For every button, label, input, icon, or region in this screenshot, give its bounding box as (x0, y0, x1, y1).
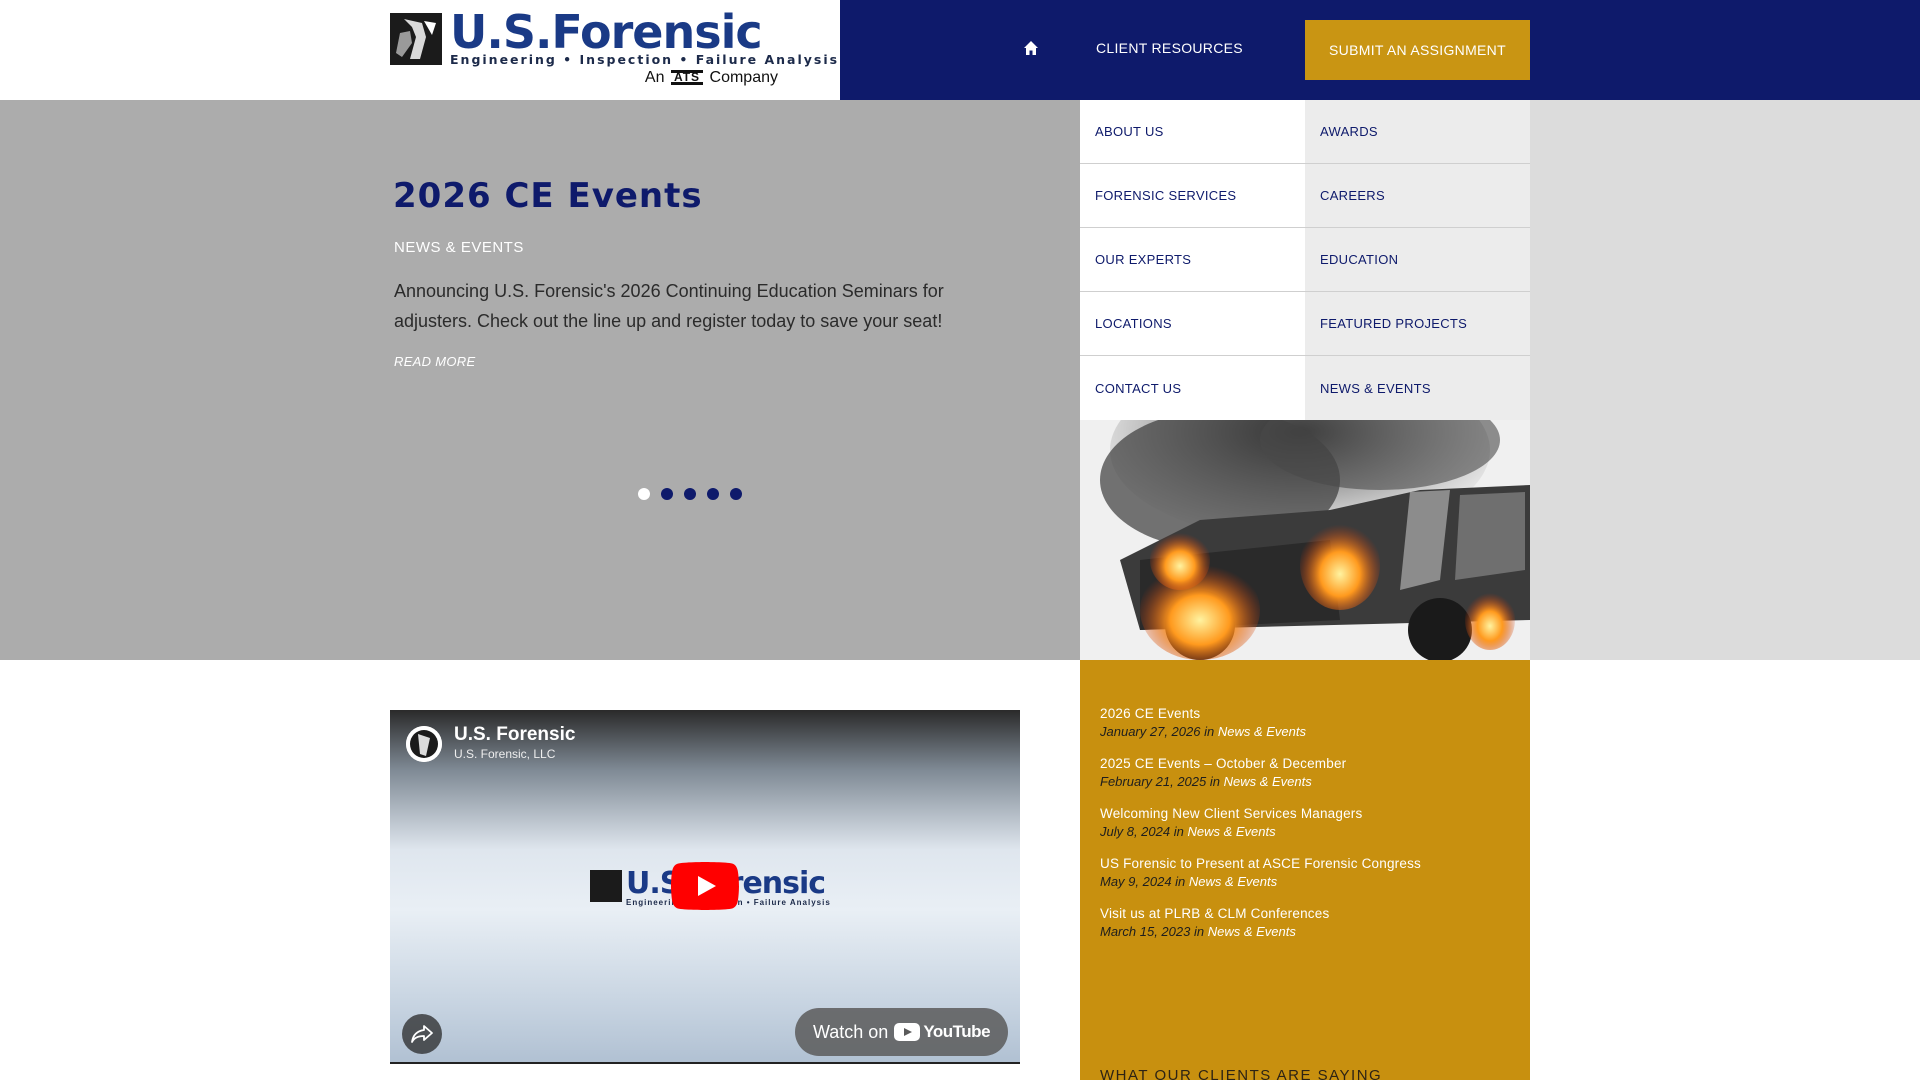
hero-title[interactable]: 2026 CE Events (393, 176, 703, 216)
logo-area: U.S.Forensic Engineering • Inspection • … (0, 0, 840, 100)
site-logo[interactable]: U.S.Forensic Engineering • Inspection • … (390, 6, 837, 90)
slider-dot-5[interactable] (730, 488, 742, 500)
logo-sub-prefix: An (644, 69, 665, 86)
news-in: in (1193, 924, 1205, 939)
home-icon[interactable] (1023, 40, 1039, 56)
main-menu-grid: ABOUT US AWARDS FORENSIC SERVICES CAREER… (1080, 100, 1530, 420)
nav-client-resources[interactable]: CLIENT RESOURCES (1096, 40, 1243, 56)
video-bottom-border (390, 1062, 1020, 1064)
menu-featured-projects[interactable]: FEATURED PROJECTS (1305, 292, 1530, 356)
slider-dot-2[interactable] (661, 488, 673, 500)
news-item: US Forensic to Present at ASCE Forensic … (1100, 856, 1520, 889)
news-item: 2026 CE Events January 27, 2026 in News … (1100, 706, 1520, 739)
logo-parent-company: An ATS Company (645, 69, 778, 87)
news-date: July 8, 2024 (1100, 824, 1171, 839)
menu-education[interactable]: EDUCATION (1305, 228, 1530, 292)
news-category-link[interactable]: News & Events (1187, 824, 1275, 839)
news-item: Welcoming New Client Services Managers J… (1100, 806, 1520, 839)
news-title[interactable]: 2026 CE Events (1100, 706, 1520, 721)
slider-dots (638, 488, 742, 500)
news-title[interactable]: 2025 CE Events – October & December (1100, 756, 1520, 771)
hero-category: NEWS & EVENTS (394, 239, 524, 256)
channel-subtitle: U.S. Forensic, LLC (454, 747, 556, 761)
news-meta: February 21, 2025 in News & Events (1100, 774, 1520, 789)
share-icon[interactable] (402, 1014, 442, 1054)
channel-name[interactable]: U.S. Forensic (454, 724, 575, 746)
video-logo-emblem-icon (590, 870, 622, 902)
recent-news-panel: 2026 CE Events January 27, 2026 in News … (1080, 660, 1530, 1084)
menu-contact-us[interactable]: CONTACT US (1080, 356, 1305, 420)
news-category-link[interactable]: News & Events (1208, 924, 1296, 939)
menu-about-us[interactable]: ABOUT US (1080, 100, 1305, 164)
hero-right-background (1530, 100, 1920, 660)
hero-slider: 2026 CE Events NEWS & EVENTS Announcing … (0, 100, 1080, 660)
slider-dot-1[interactable] (638, 488, 650, 500)
logo-emblem-icon (390, 13, 442, 65)
news-list: 2026 CE Events January 27, 2026 in News … (1100, 706, 1520, 956)
menu-our-experts[interactable]: OUR EXPERTS (1080, 228, 1305, 292)
clients-testimonials-heading: WHAT OUR CLIENTS ARE SAYING (1100, 1067, 1383, 1084)
menu-awards[interactable]: AWARDS (1305, 100, 1530, 164)
news-in: in (1209, 774, 1220, 789)
news-in: in (1204, 724, 1215, 739)
logo-sub-suffix: Company (709, 69, 778, 86)
news-date: March 15, 2023 (1100, 924, 1191, 939)
logo-name: U.S.Forensic (450, 5, 763, 59)
news-date: January 27, 2026 (1100, 724, 1201, 739)
news-category-link[interactable]: News & Events (1218, 724, 1306, 739)
hero-description: Announcing U.S. Forensic's 2026 Continui… (394, 281, 944, 331)
news-date: February 21, 2025 (1100, 774, 1207, 789)
read-more-link[interactable]: READ MORE (394, 354, 475, 369)
watch-on-youtube-button[interactable]: Watch on YouTube (795, 1008, 1008, 1056)
menu-careers[interactable]: CAREERS (1305, 164, 1530, 228)
news-meta: July 8, 2024 in News & Events (1100, 824, 1520, 839)
news-title[interactable]: Welcoming New Client Services Managers (1100, 806, 1520, 821)
news-in: in (1175, 874, 1186, 889)
menu-locations[interactable]: LOCATIONS (1080, 292, 1305, 356)
ats-mark: ATS (670, 70, 704, 86)
menu-forensic-services[interactable]: FORENSIC SERVICES (1080, 164, 1305, 228)
news-item: 2025 CE Events – October & December Febr… (1100, 756, 1520, 789)
youtube-play-icon (894, 1023, 921, 1041)
news-meta: March 15, 2023 in News & Events (1100, 924, 1520, 939)
news-category-link[interactable]: News & Events (1224, 774, 1312, 789)
youtube-logo: YouTube (894, 1022, 991, 1042)
watch-on-label: Watch on (812, 1021, 889, 1042)
news-in: in (1173, 824, 1184, 839)
channel-avatar[interactable] (406, 726, 442, 762)
news-category-link[interactable]: News & Events (1189, 874, 1277, 889)
slider-dot-4[interactable] (707, 488, 719, 500)
slider-dot-3[interactable] (684, 488, 696, 500)
news-title[interactable]: Visit us at PLRB & CLM Conferences (1100, 906, 1520, 921)
news-meta: May 9, 2024 in News & Events (1100, 874, 1520, 889)
youtube-video-embed[interactable]: U.S. Forensic U.S. Forensic, LLC U.S.For… (390, 710, 1020, 1064)
submit-assignment-button[interactable]: SUBMIT AN ASSIGNMENT (1305, 20, 1530, 80)
news-title[interactable]: US Forensic to Present at ASCE Forensic … (1100, 856, 1520, 871)
youtube-wordmark: YouTube (923, 1022, 991, 1041)
top-nav: CLIENT RESOURCES SUBMIT AN ASSIGNMENT (840, 0, 1920, 100)
menu-news-events[interactable]: NEWS & EVENTS (1305, 356, 1530, 420)
news-item: Visit us at PLRB & CLM Conferences March… (1100, 906, 1520, 939)
news-meta: January 27, 2026 in News & Events (1100, 724, 1520, 739)
play-button-icon[interactable] (671, 862, 739, 910)
logo-tagline: Engineering • Inspection • Failure Analy… (450, 52, 840, 67)
burning-vehicle-image (1080, 420, 1530, 660)
news-date: May 9, 2024 (1100, 874, 1172, 889)
